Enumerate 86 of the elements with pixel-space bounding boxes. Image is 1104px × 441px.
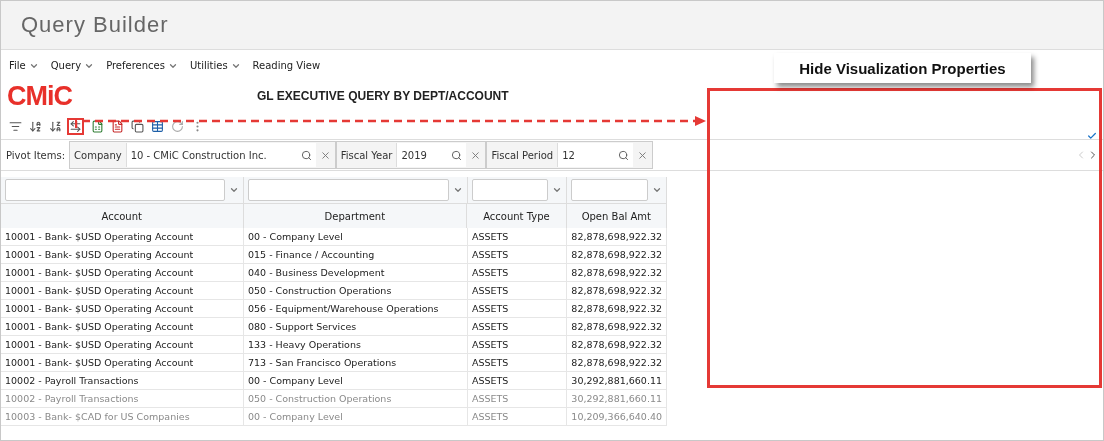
- table-cell: 00 - Company Level: [244, 408, 468, 426]
- callout-label: Hide Visualization Properties: [774, 53, 1031, 83]
- table-cell: 10001 - Bank- $USD Operating Account: [1, 336, 244, 354]
- search-icon[interactable]: [451, 149, 463, 161]
- table-cell: 00 - Company Level: [244, 372, 468, 390]
- sort-descending-icon: [49, 119, 62, 133]
- table-cell: 10001 - Bank- $USD Operating Account: [1, 246, 244, 264]
- column-filter-field[interactable]: [571, 179, 648, 201]
- table-cell: 82,878,698,922.32: [567, 264, 667, 282]
- table-cell: 82,878,698,922.32: [567, 318, 667, 336]
- table-cell: 10,209,366,640.40: [567, 408, 667, 426]
- table-cell: 82,878,698,922.32: [567, 336, 667, 354]
- toolbar-button[interactable]: [67, 117, 84, 135]
- table-cell: ASSETS: [468, 300, 567, 318]
- table-cell: ASSETS: [468, 336, 567, 354]
- table-cell: 82,878,698,922.32: [567, 246, 667, 264]
- table-cell: 10001 - Bank- $USD Operating Account: [1, 318, 244, 336]
- table-cell: ASSETS: [468, 372, 567, 390]
- table-cell: 00 - Company Level: [244, 228, 468, 246]
- close-icon[interactable]: [470, 149, 482, 161]
- menu-item[interactable]: Utilities: [189, 60, 241, 71]
- filter-icon: [9, 119, 22, 133]
- table-cell: ASSETS: [468, 264, 567, 282]
- table-cell: 10003 - Bank- $CAD for US Companies: [1, 408, 244, 426]
- table-cell: 133 - Heavy Operations: [244, 336, 468, 354]
- app-title: Query Builder: [21, 12, 169, 38]
- table-cell: 050 - Construction Operations: [244, 282, 468, 300]
- menu-item[interactable]: Reading View: [252, 60, 321, 71]
- table-cell: ASSETS: [468, 390, 567, 408]
- table-cell: 056 - Equipment/Warehouse Operations: [244, 300, 468, 318]
- pivot-name: Fiscal Year: [339, 149, 394, 161]
- table-cell: 713 - San Francisco Operations: [244, 354, 468, 372]
- pivot-name: Company: [73, 149, 123, 161]
- table-cell: 015 - Finance / Accounting: [244, 246, 468, 264]
- logo: CMiC: [7, 80, 73, 112]
- table-cell: ASSETS: [468, 246, 567, 264]
- table-cell: 82,878,698,922.32: [567, 228, 667, 246]
- pivot-name: Fiscal Period: [490, 149, 555, 161]
- close-icon[interactable]: [319, 149, 331, 161]
- table-cell: 82,878,698,922.32: [567, 282, 667, 300]
- table-cell: ASSETS: [468, 282, 567, 300]
- sort-ascending-icon: [29, 119, 42, 133]
- table-cell: ASSETS: [468, 354, 567, 372]
- table-cell: 30,292,881,660.11: [567, 390, 667, 408]
- table-cell: 10001 - Bank- $USD Operating Account: [1, 354, 244, 372]
- search-icon[interactable]: [618, 149, 630, 161]
- menu-item[interactable]: File: [9, 60, 39, 71]
- toolbar-button[interactable]: [129, 117, 146, 135]
- check-icon[interactable]: [1087, 131, 1097, 141]
- table-cell: 82,878,698,922.32: [567, 300, 667, 318]
- table-cell: 30,292,881,660.11: [567, 372, 667, 390]
- dropdown-icon[interactable]: [652, 185, 662, 195]
- menu-item[interactable]: Preferences: [106, 60, 178, 71]
- table-cell: ASSETS: [468, 228, 567, 246]
- column-filter-field[interactable]: [5, 179, 225, 201]
- table-cell: ASSETS: [468, 408, 567, 426]
- dropdown-icon[interactable]: [453, 185, 463, 195]
- table-icon: [151, 119, 164, 133]
- table-cell: 080 - Support Services: [244, 318, 468, 336]
- table-cell: 10001 - Bank- $USD Operating Account: [1, 300, 244, 318]
- pivot-field[interactable]: 2019: [396, 143, 467, 167]
- dropdown-icon[interactable]: [229, 185, 239, 195]
- dropdown-icon[interactable]: [552, 185, 562, 195]
- report-title: GL EXECUTIVE QUERY BY DEPT/ACCOUNT: [257, 89, 509, 103]
- menu-item[interactable]: Query: [50, 60, 95, 71]
- close-icon[interactable]: [637, 149, 649, 161]
- column-filter-field[interactable]: [248, 179, 449, 201]
- refresh-icon: [171, 119, 184, 133]
- search-icon[interactable]: [300, 149, 312, 161]
- spreadsheet-icon: [91, 119, 104, 133]
- column-filter-field[interactable]: [472, 179, 548, 201]
- pivot-field[interactable]: 10 - CMiC Construction Inc.: [125, 143, 316, 167]
- table-cell: 10001 - Bank- $USD Operating Account: [1, 282, 244, 300]
- table-cell: 10001 - Bank- $USD Operating Account: [1, 228, 244, 246]
- table-cell: 050 - Construction Operations: [244, 390, 468, 408]
- table-cell: 10002 - Payroll Transactions: [1, 372, 244, 390]
- table-cell: 10001 - Bank- $USD Operating Account: [1, 264, 244, 282]
- table-cell: ASSETS: [468, 318, 567, 336]
- table-cell: 82,878,698,922.32: [567, 354, 667, 372]
- column-width-icon: [69, 119, 82, 133]
- table-cell: 040 - Business Development: [244, 264, 468, 282]
- pivot-label: Pivot Items:: [6, 149, 66, 161]
- pivot-field[interactable]: 12: [557, 143, 634, 167]
- document-icon: [111, 119, 124, 133]
- copy-icon: [131, 119, 144, 133]
- table-cell: 10002 - Payroll Transactions: [1, 390, 244, 408]
